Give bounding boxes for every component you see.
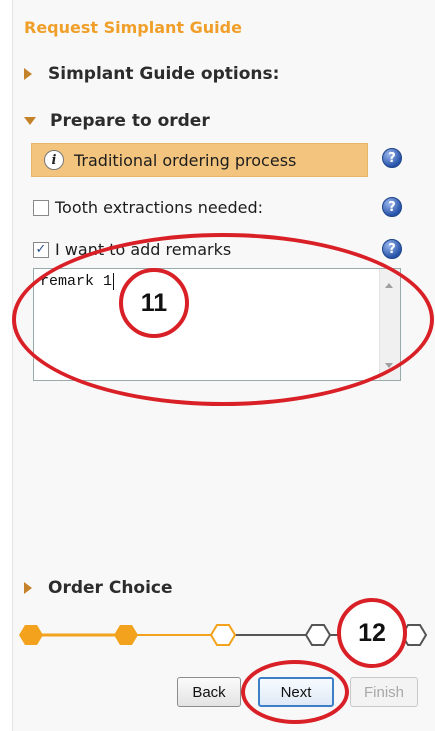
help-icon[interactable]: ? (382, 239, 402, 259)
expand-arrow-icon (24, 68, 32, 80)
info-text: Traditional ordering process (74, 150, 297, 170)
annotation-callout-11: 11 (119, 268, 189, 338)
expand-arrow-icon (24, 582, 32, 594)
annotation-ellipse-next (241, 660, 349, 724)
tooth-extractions-option[interactable]: Tooth extractions needed: (33, 198, 263, 217)
annotation-ellipse-remarks (12, 233, 434, 406)
section-label: Prepare to order (50, 111, 210, 131)
tooth-extractions-checkbox[interactable] (33, 199, 49, 216)
info-bar: i Traditional ordering process (31, 143, 368, 177)
help-icon[interactable]: ? (382, 197, 402, 217)
add-remarks-checkbox[interactable]: ✓ (33, 241, 49, 258)
back-button[interactable]: Back (177, 677, 241, 707)
step-marker-pending (304, 624, 332, 646)
collapse-arrow-icon (24, 117, 36, 125)
page-title: Request Simplant Guide (24, 18, 242, 37)
finish-button: Finish (350, 677, 418, 707)
help-icon[interactable]: ? (382, 148, 402, 168)
section-guide-options[interactable]: Simplant Guide options: (24, 64, 279, 84)
section-label: Simplant Guide options: (48, 64, 280, 84)
step-marker-complete (114, 625, 138, 645)
annotation-callout-12: 12 (337, 598, 407, 668)
section-order-choice[interactable]: Order Choice (24, 578, 173, 598)
tooth-extractions-label: Tooth extractions needed: (55, 198, 264, 217)
step-marker-complete (19, 625, 43, 645)
info-icon: i (44, 150, 64, 170)
step-marker-current (209, 624, 237, 646)
section-label: Order Choice (48, 578, 173, 598)
section-prepare-to-order[interactable]: Prepare to order (24, 111, 210, 131)
